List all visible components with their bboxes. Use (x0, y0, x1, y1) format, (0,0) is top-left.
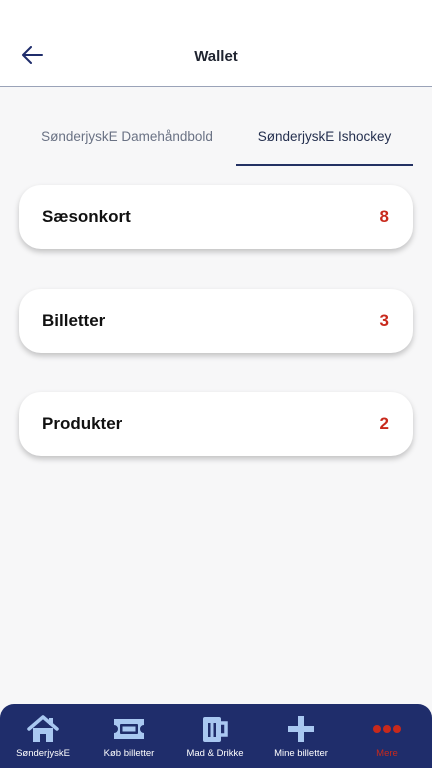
header: Wallet (0, 0, 432, 87)
card-label: Produkter (42, 414, 123, 433)
nav-label: Mine billetter (274, 748, 328, 759)
nav-label: Køb billetter (103, 748, 155, 759)
card-label: Billetter (42, 311, 106, 330)
nav-item-food-drinks[interactable]: Mad & Drikke (172, 704, 258, 768)
card-count-badge: 3 (379, 311, 389, 330)
card-count-badge: 8 (379, 207, 389, 226)
nav-item-home[interactable]: SønderjyskE (0, 704, 86, 768)
tab-damehaandbold[interactable]: SønderjyskE Damehåndbold (22, 114, 232, 164)
tab-bar: SønderjyskE Damehåndbold SønderjyskE Ish… (0, 114, 432, 166)
card-billetter[interactable]: Billetter 3 (19, 289, 413, 353)
nav-item-buy-tickets[interactable]: Køb billetter (86, 704, 172, 768)
tab-ishockey[interactable]: SønderjyskE Ishockey (236, 114, 413, 166)
plus-icon (288, 716, 314, 742)
card-produkter[interactable]: Produkter 2 (19, 392, 413, 456)
page-title: Wallet (194, 48, 238, 65)
beer-mug-icon (203, 717, 228, 742)
bottom-nav: SønderjyskE Køb billetter Mad & Drikke M… (0, 704, 432, 768)
card-label: Sæsonkort (42, 207, 131, 226)
nav-label: SønderjyskE (16, 748, 70, 759)
home-icon (27, 715, 59, 742)
nav-label: Mad & Drikke (186, 748, 244, 759)
ticket-icon (114, 719, 144, 739)
nav-label: Mere (376, 748, 398, 759)
more-dots-icon (373, 725, 401, 733)
nav-item-more[interactable]: Mere (344, 704, 430, 768)
card-saesonkort[interactable]: Sæsonkort 8 (19, 185, 413, 249)
nav-item-my-tickets[interactable]: Mine billetter (258, 704, 344, 768)
card-count-badge: 2 (379, 414, 389, 433)
